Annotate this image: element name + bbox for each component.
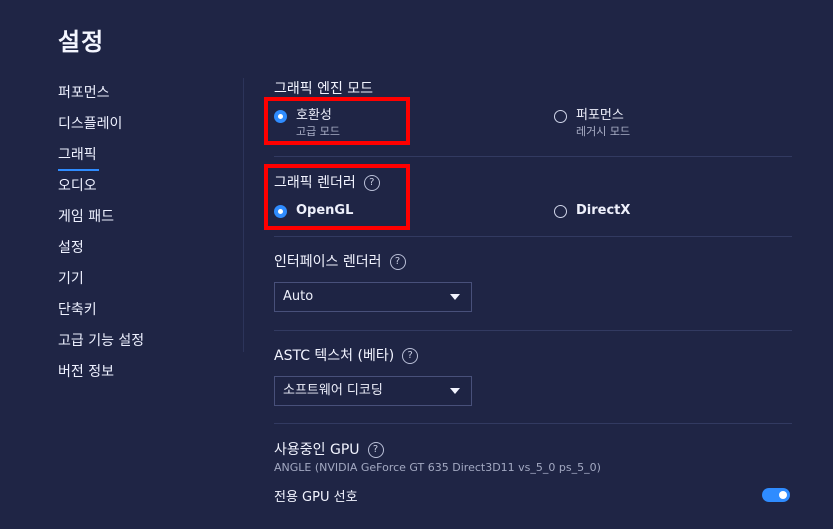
renderer-directx-option[interactable]: DirectX <box>554 202 630 220</box>
highlight-box-renderer <box>264 164 410 230</box>
section-divider <box>274 156 792 157</box>
section-divider <box>274 423 792 424</box>
gpu-in-use-title: 사용중인 GPU? <box>274 439 384 459</box>
sidebar-divider <box>243 78 244 352</box>
prefer-dedicated-gpu-toggle[interactable] <box>762 488 790 502</box>
sidebar-item-settings[interactable]: 설정 <box>58 235 228 266</box>
astc-texture-select[interactable]: 소프트웨어 디코딩 <box>274 376 472 406</box>
help-icon[interactable]: ? <box>389 254 406 270</box>
prefer-dedicated-gpu-label: 전용 GPU 선호 <box>274 490 358 505</box>
chevron-down-icon <box>450 294 460 300</box>
engine-mode-performance-sublabel: 레거시 모드 <box>576 125 631 138</box>
interface-renderer-value: Auto <box>283 289 314 304</box>
help-icon[interactable]: ? <box>402 348 419 364</box>
help-icon[interactable]: ? <box>367 442 384 458</box>
sidebar-item-version[interactable]: 버전 정보 <box>58 359 228 390</box>
sidebar-item-graphics[interactable]: 그래픽 <box>58 142 228 173</box>
astc-texture-value: 소프트웨어 디코딩 <box>283 383 383 398</box>
renderer-directx-label: DirectX <box>576 203 631 218</box>
astc-texture-title-text: ASTC 텍스처 (베타) <box>274 348 395 364</box>
settings-window: 설정 퍼포먼스 디스플레이 그래픽 오디오 게임 패드 설정 기기 단축키 고급… <box>0 0 833 529</box>
gpu-description: ANGLE (NVIDIA GeForce GT 635 Direct3D11 … <box>274 461 601 474</box>
radio-icon[interactable] <box>554 110 567 123</box>
engine-mode-performance-label: 퍼포먼스 <box>576 108 624 123</box>
engine-mode-performance-option[interactable]: 퍼포먼스 레거시 모드 <box>554 107 630 139</box>
gpu-in-use-title-text: 사용중인 GPU <box>274 442 360 458</box>
sidebar-item-performance[interactable]: 퍼포먼스 <box>58 80 228 111</box>
sidebar-item-gamepad[interactable]: 게임 패드 <box>58 204 228 235</box>
section-divider <box>274 236 792 237</box>
interface-renderer-select[interactable]: Auto <box>274 282 472 312</box>
sidebar-item-device[interactable]: 기기 <box>58 266 228 297</box>
graphics-settings-panel: 그래픽 엔진 모드 호환성 고급 모드 퍼포먼스 레거시 모드 그래픽 렌더러?… <box>274 0 794 529</box>
page-title: 설정 <box>58 28 105 56</box>
astc-texture-title: ASTC 텍스처 (베타)? <box>274 345 419 365</box>
sidebar-item-audio[interactable]: 오디오 <box>58 173 228 204</box>
interface-renderer-title-text: 인터페이스 렌더러 <box>274 254 382 270</box>
highlight-box-engine-mode <box>264 97 410 145</box>
sidebar-item-display[interactable]: 디스플레이 <box>58 111 228 142</box>
sidebar-item-shortcuts[interactable]: 단축키 <box>58 297 228 328</box>
section-divider <box>274 330 792 331</box>
interface-renderer-title: 인터페이스 렌더러? <box>274 251 406 271</box>
sidebar: 퍼포먼스 디스플레이 그래픽 오디오 게임 패드 설정 기기 단축키 고급 기능… <box>58 80 228 390</box>
chevron-down-icon <box>450 388 460 394</box>
sidebar-item-advanced[interactable]: 고급 기능 설정 <box>58 328 228 359</box>
graphics-engine-mode-title: 그래픽 엔진 모드 <box>274 81 374 97</box>
radio-icon[interactable] <box>554 205 567 218</box>
